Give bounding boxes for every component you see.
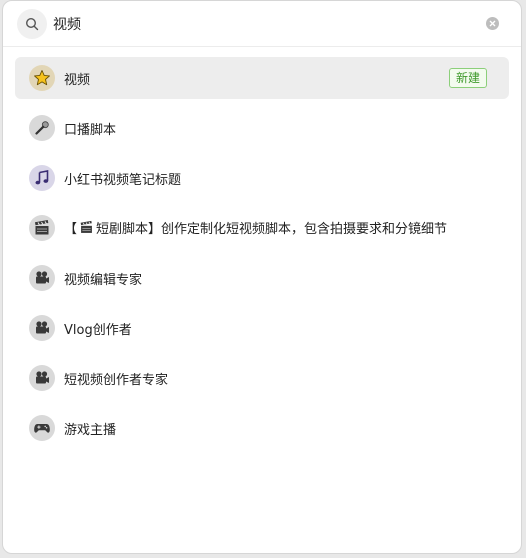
result-item-label: 小红书视频笔记标题 (64, 172, 182, 188)
search-panel: 视频 新建 口播脚本 小红书视频笔记标题 (2, 0, 522, 554)
result-item-label: 游戏主播 (64, 422, 117, 438)
gamepad-icon (29, 415, 55, 441)
result-item-game-streamer[interactable]: 游戏主播 (15, 407, 509, 449)
result-item-xiaohongshu-title[interactable]: 小红书视频笔记标题 (15, 157, 509, 199)
result-item-vlog-creator[interactable]: Vlog创作者 (15, 307, 509, 349)
video-camera-icon (29, 365, 55, 391)
clear-search-button[interactable] (486, 17, 499, 30)
result-item-new-video[interactable]: 视频 新建 (15, 57, 509, 99)
label-prefix: 【 (64, 221, 78, 237)
result-item-label: 视频 (64, 72, 91, 88)
label-rest: 短剧脚本】创作定制化短视频脚本，包含拍摄要求和分镜细节 (96, 221, 448, 237)
clapperboard-icon (29, 215, 55, 241)
result-item-label: Vlog创作者 (64, 322, 132, 338)
close-icon (489, 20, 496, 27)
search-bar (3, 1, 521, 47)
video-camera-icon (29, 315, 55, 341)
result-item-voiceover-script[interactable]: 口播脚本 (15, 107, 509, 149)
results-list: 视频 新建 口播脚本 小红书视频笔记标题 【 短剧脚本】创作定制化短视频脚本，包… (3, 47, 521, 449)
result-item-label: 【 短剧脚本】创作定制化短视频脚本，包含拍摄要求和分镜细节 (64, 218, 447, 239)
result-item-video-editor-expert[interactable]: 视频编辑专家 (15, 257, 509, 299)
search-icon (17, 9, 47, 39)
new-badge: 新建 (448, 68, 487, 88)
microphone-icon (29, 115, 55, 141)
result-item-label: 视频编辑专家 (64, 272, 143, 288)
result-item-label: 口播脚本 (64, 122, 117, 138)
search-input[interactable] (53, 11, 473, 37)
clapperboard-icon (79, 220, 94, 239)
music-note-icon (29, 165, 55, 191)
video-camera-icon (29, 265, 55, 291)
star-icon (29, 65, 55, 91)
result-item-label: 短视频创作者专家 (64, 372, 169, 388)
result-item-short-drama-script[interactable]: 【 短剧脚本】创作定制化短视频脚本，包含拍摄要求和分镜细节 (15, 207, 509, 249)
result-item-short-video-creator-expert[interactable]: 短视频创作者专家 (15, 357, 509, 399)
